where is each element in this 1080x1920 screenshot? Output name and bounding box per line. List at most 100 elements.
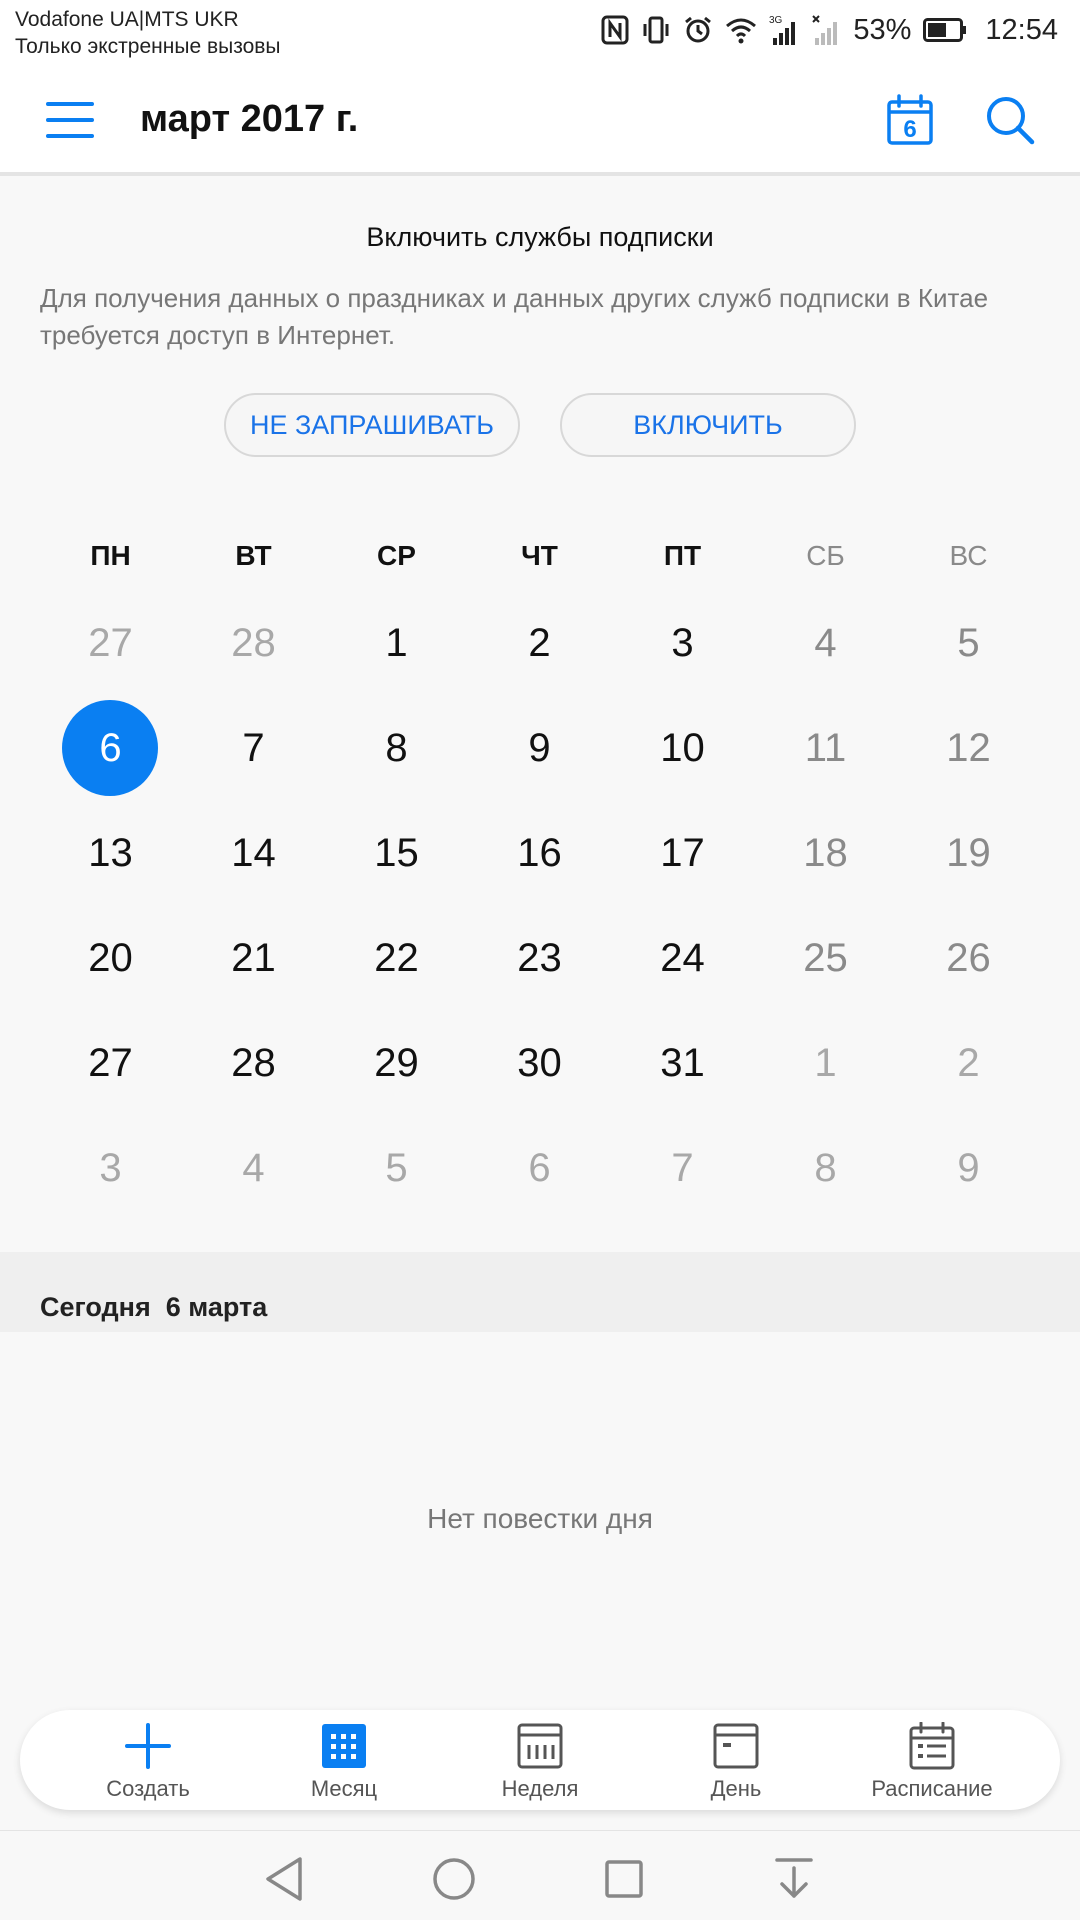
day-cell[interactable]: 28 bbox=[182, 1015, 325, 1111]
day-cell[interactable]: 18 bbox=[754, 805, 897, 901]
menu-button[interactable] bbox=[40, 90, 100, 150]
day-cell[interactable]: 10 bbox=[611, 700, 754, 796]
go-to-today-button[interactable]: 6 bbox=[880, 90, 940, 150]
day-number: 15 bbox=[374, 830, 419, 875]
day-cell[interactable]: 3 bbox=[611, 595, 754, 691]
nfc-icon bbox=[601, 15, 629, 45]
day-number: 8 bbox=[814, 1145, 837, 1190]
day-cell[interactable]: 27 bbox=[39, 1015, 182, 1111]
day-cell[interactable]: 5 bbox=[897, 595, 1040, 691]
recents-button[interactable] bbox=[596, 1851, 652, 1907]
day-cell[interactable]: 3 bbox=[39, 1120, 182, 1216]
day-cell[interactable]: 16 bbox=[468, 805, 611, 901]
tab-label: Неделя bbox=[501, 1776, 579, 1801]
day-cell[interactable]: 12 bbox=[897, 700, 1040, 796]
calendar-today-icon: 6 bbox=[887, 94, 933, 145]
day-number: 29 bbox=[374, 1040, 419, 1085]
day-number: 20 bbox=[88, 935, 133, 980]
day-cell[interactable]: 27 bbox=[39, 595, 182, 691]
day-number: 6 bbox=[99, 725, 122, 770]
day-cell[interactable]: 17 bbox=[611, 805, 754, 901]
day-cell[interactable]: 25 bbox=[754, 910, 897, 1006]
day-cell[interactable]: 1 bbox=[754, 1015, 897, 1111]
subscription-description: Для получения данных о праздниках и данн… bbox=[40, 283, 989, 350]
tab-create[interactable]: Создать bbox=[50, 1710, 246, 1810]
weekday-sat: СБ bbox=[806, 540, 845, 571]
day-cell[interactable]: 23 bbox=[468, 910, 611, 1006]
tab-label: Расписание bbox=[871, 1776, 993, 1801]
day-cell[interactable]: 28 bbox=[182, 595, 325, 691]
day-cell[interactable]: 9 bbox=[468, 700, 611, 796]
day-cell[interactable]: 1 bbox=[325, 595, 468, 691]
day-number: 9 bbox=[528, 725, 551, 770]
calendar-screen: Vodafone UA|MTS UKR Только экстренные вы… bbox=[0, 0, 1080, 1920]
day-cell[interactable]: 8 bbox=[325, 700, 468, 796]
do-not-ask-button[interactable]: НЕ ЗАПРАШИВАТЬ bbox=[224, 393, 520, 457]
plus-icon bbox=[125, 1723, 171, 1769]
day-number: 3 bbox=[671, 620, 694, 665]
day-cell[interactable]: 4 bbox=[182, 1120, 325, 1216]
day-number: 2 bbox=[528, 620, 551, 665]
day-cell-selected[interactable]: 6 bbox=[39, 700, 182, 796]
day-cell[interactable]: 21 bbox=[182, 910, 325, 1006]
day-cell[interactable]: 9 bbox=[897, 1120, 1040, 1216]
tab-week[interactable]: Неделя bbox=[442, 1710, 638, 1810]
day-cell[interactable]: 11 bbox=[754, 700, 897, 796]
signal-3g-icon: 3G bbox=[769, 14, 799, 46]
day-number: 17 bbox=[660, 830, 705, 875]
weekday-sun: ВС bbox=[949, 540, 988, 571]
day-cell[interactable]: 8 bbox=[754, 1120, 897, 1216]
search-button[interactable] bbox=[980, 90, 1040, 150]
emergency-calls-only: Только экстренные вызовы bbox=[15, 35, 281, 58]
day-cell[interactable]: 15 bbox=[325, 805, 468, 901]
day-cell[interactable]: 24 bbox=[611, 910, 754, 1006]
status-bar: Vodafone UA|MTS UKR Только экстренные вы… bbox=[0, 0, 1080, 60]
day-number: 3 bbox=[99, 1145, 122, 1190]
day-cell[interactable]: 30 bbox=[468, 1015, 611, 1111]
day-number: 23 bbox=[517, 935, 562, 980]
day-cell[interactable]: 13 bbox=[39, 805, 182, 901]
system-nav-bar bbox=[0, 1830, 1080, 1920]
enable-button[interactable]: ВКЛЮЧИТЬ bbox=[560, 393, 856, 457]
back-triangle-icon bbox=[266, 1857, 302, 1901]
tab-label: Месяц bbox=[310, 1776, 378, 1801]
day-number: 4 bbox=[242, 1145, 265, 1190]
notification-pull-button[interactable] bbox=[766, 1851, 822, 1907]
day-cell[interactable]: 31 bbox=[611, 1015, 754, 1111]
day-cell[interactable]: 7 bbox=[182, 700, 325, 796]
day-number: 30 bbox=[517, 1040, 562, 1085]
tab-day[interactable]: День bbox=[638, 1710, 834, 1810]
day-cell[interactable]: 2 bbox=[468, 595, 611, 691]
back-button[interactable] bbox=[256, 1851, 312, 1907]
home-button[interactable] bbox=[426, 1851, 482, 1907]
day-cell[interactable]: 29 bbox=[325, 1015, 468, 1111]
weekday-fri: ПТ bbox=[663, 540, 702, 571]
day-number: 18 bbox=[803, 830, 848, 875]
carrier-name: Vodafone UA|MTS UKR bbox=[15, 8, 239, 31]
day-cell[interactable]: 4 bbox=[754, 595, 897, 691]
day-number: 12 bbox=[946, 725, 991, 770]
day-cell[interactable]: 26 bbox=[897, 910, 1040, 1006]
day-cell[interactable]: 19 bbox=[897, 805, 1040, 901]
day-cell[interactable]: 22 bbox=[325, 910, 468, 1006]
vibrate-icon bbox=[641, 15, 671, 45]
month-title[interactable]: март 2017 г. bbox=[140, 98, 358, 141]
tab-schedule[interactable]: Расписание bbox=[834, 1710, 1030, 1810]
day-cell[interactable]: 5 bbox=[325, 1120, 468, 1216]
day-cell[interactable]: 7 bbox=[611, 1120, 754, 1216]
day-cell[interactable]: 6 bbox=[468, 1120, 611, 1216]
agenda-header: Сегодня 6 марта bbox=[0, 1252, 1080, 1332]
tab-month[interactable]: Месяц bbox=[246, 1710, 442, 1810]
carrier-info: Vodafone UA|MTS UKR Только экстренные вы… bbox=[15, 6, 281, 60]
day-number: 28 bbox=[231, 1040, 276, 1085]
day-number: 27 bbox=[88, 620, 133, 665]
app-bar: март 2017 г. 6 bbox=[0, 60, 1080, 176]
clock: 12:54 bbox=[985, 13, 1058, 46]
day-cell[interactable]: 20 bbox=[39, 910, 182, 1006]
day-number: 6 bbox=[528, 1145, 551, 1190]
day-cell[interactable]: 2 bbox=[897, 1015, 1040, 1111]
day-number: 24 bbox=[660, 935, 705, 980]
subscription-title: Включить службы подписки bbox=[366, 222, 714, 252]
tab-label: Создать bbox=[106, 1776, 190, 1801]
day-cell[interactable]: 14 bbox=[182, 805, 325, 901]
